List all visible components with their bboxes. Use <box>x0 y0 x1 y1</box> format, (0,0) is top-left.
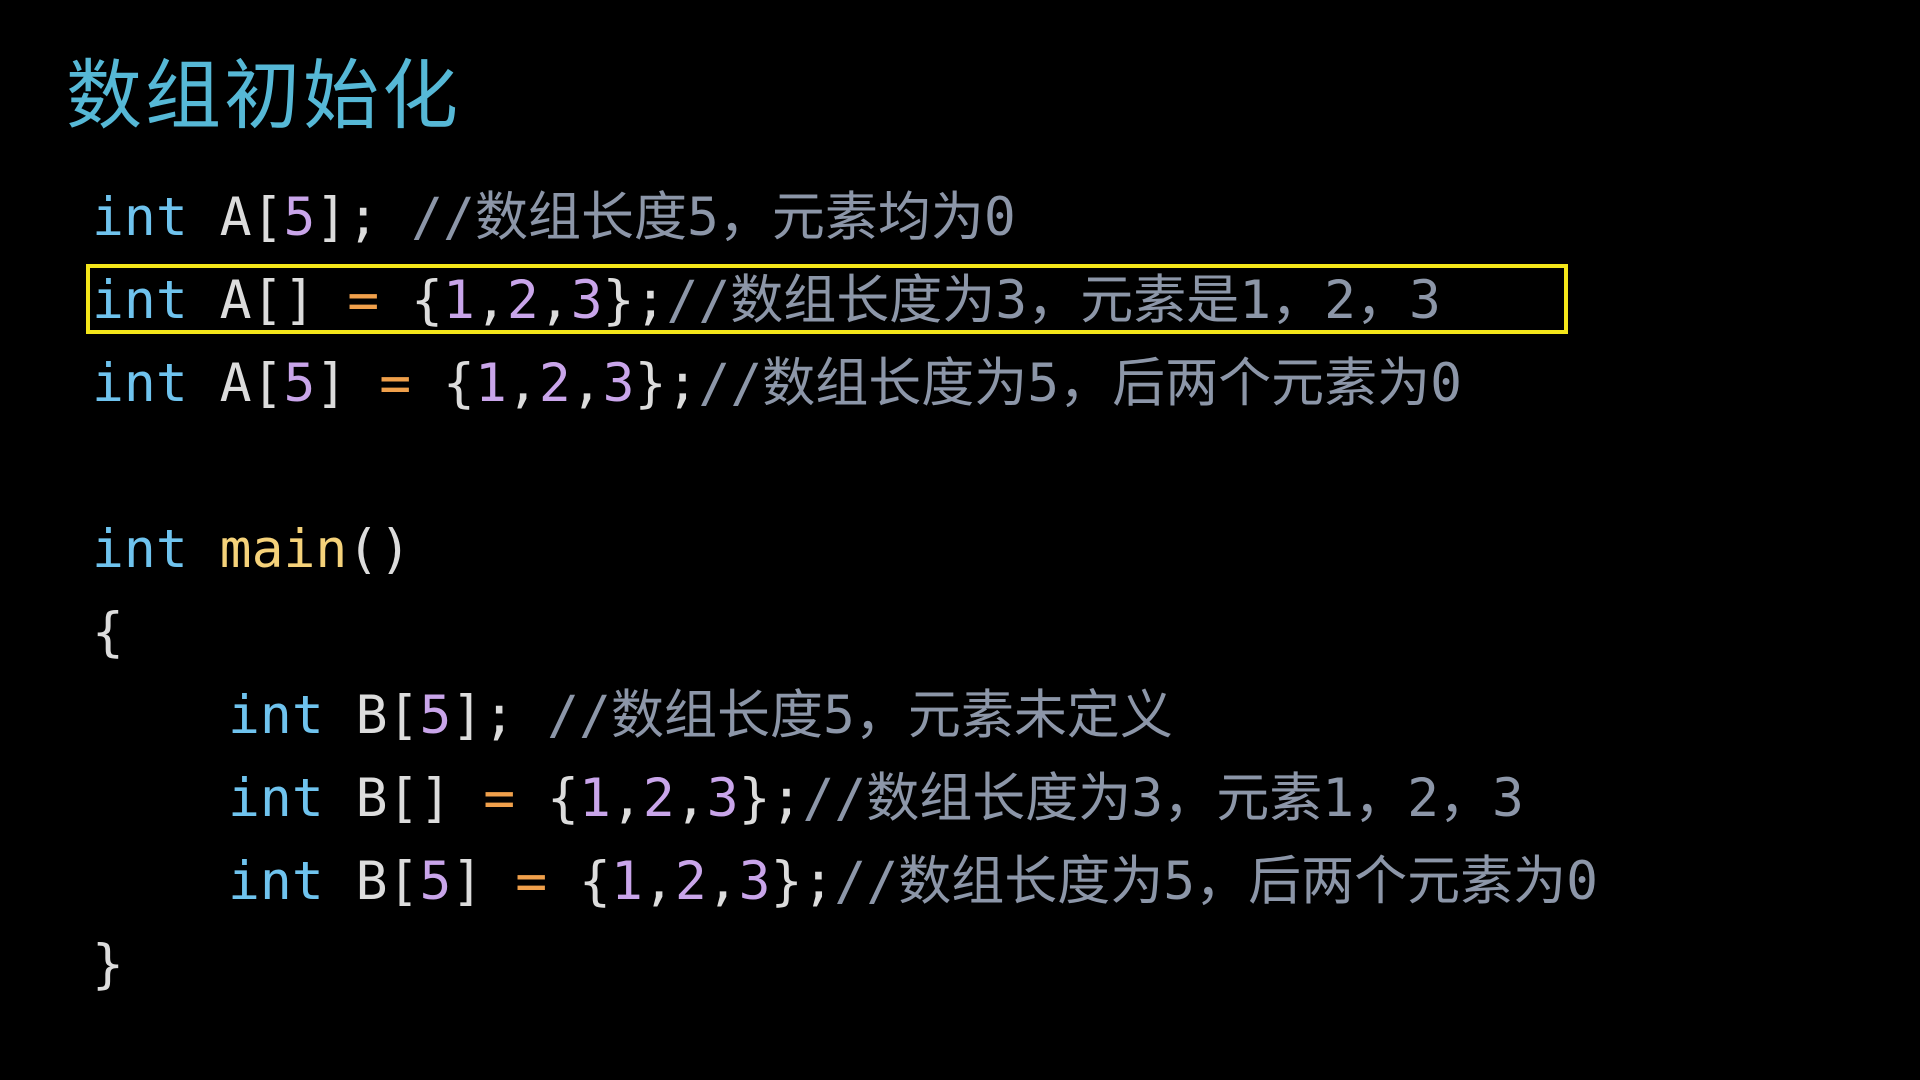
comma: , <box>570 353 603 414</box>
init-value-1: 1 <box>579 768 611 829</box>
brace-close: }; <box>738 768 803 829</box>
slide-title: 数组初始化 <box>66 51 461 140</box>
highlight-box <box>86 264 1568 334</box>
array-size: 5 <box>283 187 316 248</box>
code-line-local-b-init3: int B[] = {1,2,3};//数组长度为3，元素1，2，3 <box>92 757 1598 840</box>
declarator: B[ <box>323 851 420 912</box>
keyword-int: int <box>92 353 188 414</box>
brace-close: }; <box>770 851 835 912</box>
code-comment: //数组长度为3，元素1，2，3 <box>802 768 1524 829</box>
init-value-2: 2 <box>538 353 571 414</box>
array-size: 5 <box>419 685 452 746</box>
code-line-brace-open: { <box>92 591 1598 674</box>
code-line-global-a-size5: int A[5]; //数组长度5，元素均为0 <box>92 176 1598 259</box>
init-value-3: 3 <box>738 851 771 912</box>
assign-operator: = <box>483 768 516 829</box>
comma: , <box>610 768 643 829</box>
declarator-end: ] <box>315 353 380 414</box>
init-value-3: 3 <box>706 768 739 829</box>
comma: , <box>642 851 675 912</box>
keyword-int: int <box>92 187 188 248</box>
code-comment: //数组长度为5，后两个元素为0 <box>698 353 1463 414</box>
declarator: B[] <box>323 768 484 829</box>
declarator-end: ] <box>451 851 516 912</box>
array-size: 5 <box>283 353 316 414</box>
code-line-global-a-size5-init: int A[5] = {1,2,3};//数组长度为5，后两个元素为0 <box>92 342 1598 425</box>
function-name-main: main <box>219 519 348 580</box>
keyword-int: int <box>228 768 324 829</box>
init-value-2: 2 <box>642 768 675 829</box>
keyword-int: int <box>228 685 324 746</box>
init-value-1: 1 <box>610 851 643 912</box>
init-value-2: 2 <box>674 851 707 912</box>
code-line-local-b-size5: int B[5]; //数组长度5，元素未定义 <box>92 674 1598 757</box>
code-comment: //数组长度5，元素未定义 <box>547 685 1173 746</box>
brace-open: { <box>515 768 580 829</box>
code-line-brace-close: } <box>92 923 1598 1006</box>
brace-open: { <box>411 353 475 414</box>
array-size: 5 <box>419 851 452 912</box>
code-line-global-a-init3: int A[] = {1,2,3};//数组长度为3，元素是1，2，3 <box>86 259 1598 342</box>
declarator: B[ <box>323 685 420 746</box>
declarator: A[ <box>187 353 284 414</box>
comma: , <box>706 851 739 912</box>
init-value-1: 1 <box>474 353 507 414</box>
parens: () <box>347 519 412 580</box>
init-value-3: 3 <box>602 353 635 414</box>
code-line-local-b-size5-init: int B[5] = {1,2,3};//数组长度为5，后两个元素为0 <box>92 840 1598 923</box>
brace-open: { <box>92 602 124 663</box>
comma: , <box>674 768 707 829</box>
keyword-int: int <box>228 851 324 912</box>
code-comment: //数组长度为5，后两个元素为0 <box>834 851 1599 912</box>
assign-operator: = <box>379 353 412 414</box>
code-block: int A[5]; //数组长度5，元素均为0 int A[] = {1,2,3… <box>86 176 1598 1006</box>
comma: , <box>506 353 539 414</box>
declarator-end: ]; <box>451 685 548 746</box>
slide: 数组初始化 int A[5]; //数组长度5，元素均为0 int A[] = … <box>0 0 1920 1080</box>
keyword-int: int <box>92 519 188 580</box>
assign-operator: = <box>515 851 548 912</box>
brace-open: { <box>547 851 611 912</box>
declarator: A[ <box>187 187 284 248</box>
brace-close: }; <box>634 353 699 414</box>
declarator-end: ]; <box>315 187 412 248</box>
code-comment: //数组长度5，元素均为0 <box>411 187 1016 248</box>
code-line-main: int main() <box>92 508 1598 591</box>
brace-close: } <box>92 934 124 995</box>
